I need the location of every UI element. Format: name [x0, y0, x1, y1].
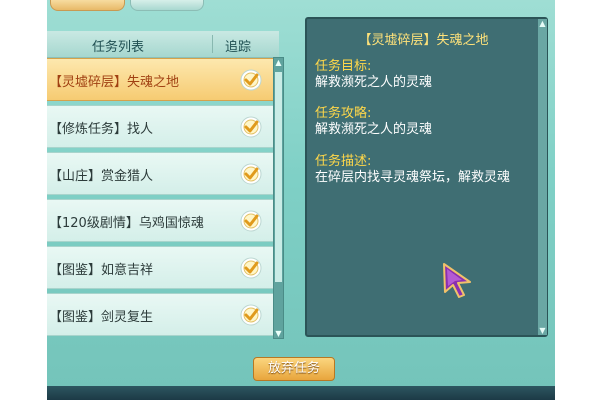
- quest-row-label: 【图鉴】如意吉祥: [49, 263, 154, 278]
- tab-inactive[interactable]: [130, 0, 204, 11]
- cursor-icon: [443, 263, 471, 298]
- quest-row-label: 【修炼任务】找人: [49, 122, 154, 137]
- quest-row-label: 【灵墟碎层】失魂之地: [49, 75, 180, 90]
- scroll-up-icon[interactable]: ▲: [274, 58, 283, 67]
- detail-scrollbar[interactable]: ▲ ▼: [538, 19, 547, 335]
- quest-row[interactable]: 【图鉴】剑灵复生: [47, 293, 279, 336]
- quest-row-label: 【山庄】赏金猎人: [49, 169, 154, 184]
- desc-text: 在碎层内找寻灵魂祭坛，解救灵魂: [315, 170, 511, 185]
- scroll-thumb[interactable]: [275, 72, 282, 282]
- guide-text: 解救濒死之人的灵魂: [315, 122, 433, 137]
- quest-list-header: 任务列表 追踪: [47, 31, 279, 58]
- header-divider: [212, 35, 213, 53]
- quest-detail-panel: 【灵墟碎层】失魂之地 任务目标: 解救濒死之人的灵魂 任务攻略: 解救濒死之人的…: [305, 17, 548, 337]
- goal-text: 解救濒死之人的灵魂: [315, 75, 433, 90]
- check-icon[interactable]: [240, 304, 262, 326]
- quest-row-label: 【图鉴】剑灵复生: [49, 310, 154, 325]
- check-icon[interactable]: [240, 163, 262, 185]
- quest-row[interactable]: 【灵墟碎层】失魂之地: [47, 58, 279, 101]
- quest-list-title: 任务列表: [92, 40, 145, 55]
- check-icon[interactable]: [240, 116, 262, 138]
- scroll-down-icon[interactable]: ▼: [538, 326, 547, 335]
- quest-row[interactable]: 【120级剧情】乌鸡国惊魂: [47, 199, 279, 242]
- quest-list-scrollbar[interactable]: ▲ ▼: [273, 57, 284, 339]
- check-icon[interactable]: [240, 257, 262, 279]
- abandon-quest-button[interactable]: 放弃任务: [253, 357, 335, 381]
- scroll-up-icon[interactable]: ▲: [538, 19, 547, 28]
- detail-title: 【灵墟碎层】失魂之地: [358, 33, 489, 48]
- bottom-frame: [47, 386, 555, 400]
- track-column-label: 追踪: [225, 40, 252, 55]
- quest-row[interactable]: 【修炼任务】找人: [47, 105, 279, 148]
- quest-row[interactable]: 【山庄】赏金猎人: [47, 152, 279, 195]
- scroll-down-icon[interactable]: ▼: [274, 329, 283, 338]
- check-icon[interactable]: [240, 69, 262, 91]
- quest-rows: 【灵墟碎层】失魂之地 【修炼任务】找人 【山庄】赏金猎人 【120级剧情】乌鸡国…: [47, 58, 279, 338]
- quest-list: 任务列表 追踪 【灵墟碎层】失魂之地 【修炼任务】找人 【山庄】赏金猎人 【12…: [47, 31, 288, 339]
- quest-row[interactable]: 【图鉴】如意吉祥: [47, 246, 279, 289]
- quest-row-label: 【120级剧情】乌鸡国惊魂: [49, 216, 204, 231]
- tab-active[interactable]: [50, 0, 125, 11]
- check-icon[interactable]: [240, 210, 262, 232]
